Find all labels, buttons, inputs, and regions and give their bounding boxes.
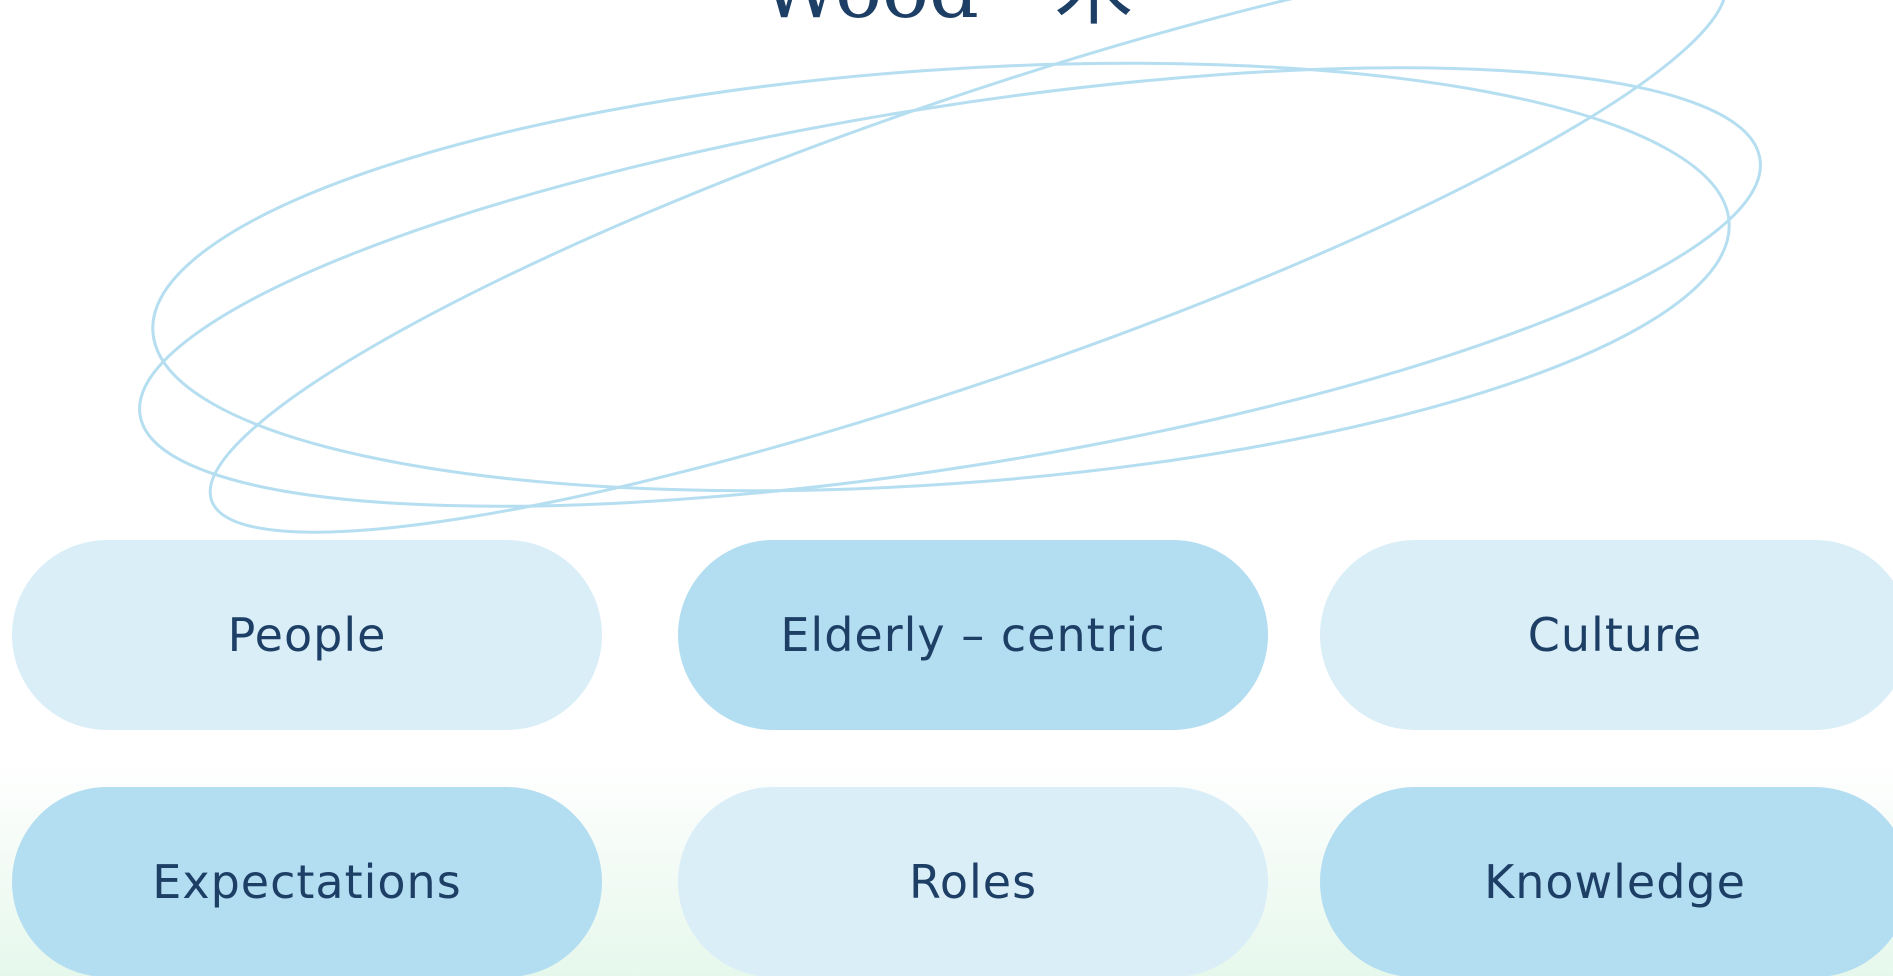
pill-label: People <box>227 608 387 662</box>
pill-label: Expectations <box>152 855 462 909</box>
pill-roles[interactable]: Roles <box>678 787 1268 976</box>
pill-culture[interactable]: Culture <box>1320 540 1893 730</box>
pill-people[interactable]: People <box>12 540 602 730</box>
orbit-ellipse-3 <box>208 0 1728 534</box>
orbit-ellipse-2 <box>138 66 1762 508</box>
orbit-ellipse-1 <box>151 61 1731 493</box>
pill-label: Knowledge <box>1484 855 1746 909</box>
pill-knowledge[interactable]: Knowledge <box>1320 787 1893 976</box>
pill-label: Culture <box>1527 608 1703 662</box>
slide-canvas: Wood - 木 People Elderly – centric Cultur… <box>0 0 1893 976</box>
pill-label: Roles <box>908 855 1038 909</box>
pill-label: Elderly – centric <box>780 608 1166 662</box>
pill-elderly-centric[interactable]: Elderly – centric <box>678 540 1268 730</box>
slide-title: Wood - 木 <box>0 0 1893 30</box>
pill-expectations[interactable]: Expectations <box>12 787 602 976</box>
